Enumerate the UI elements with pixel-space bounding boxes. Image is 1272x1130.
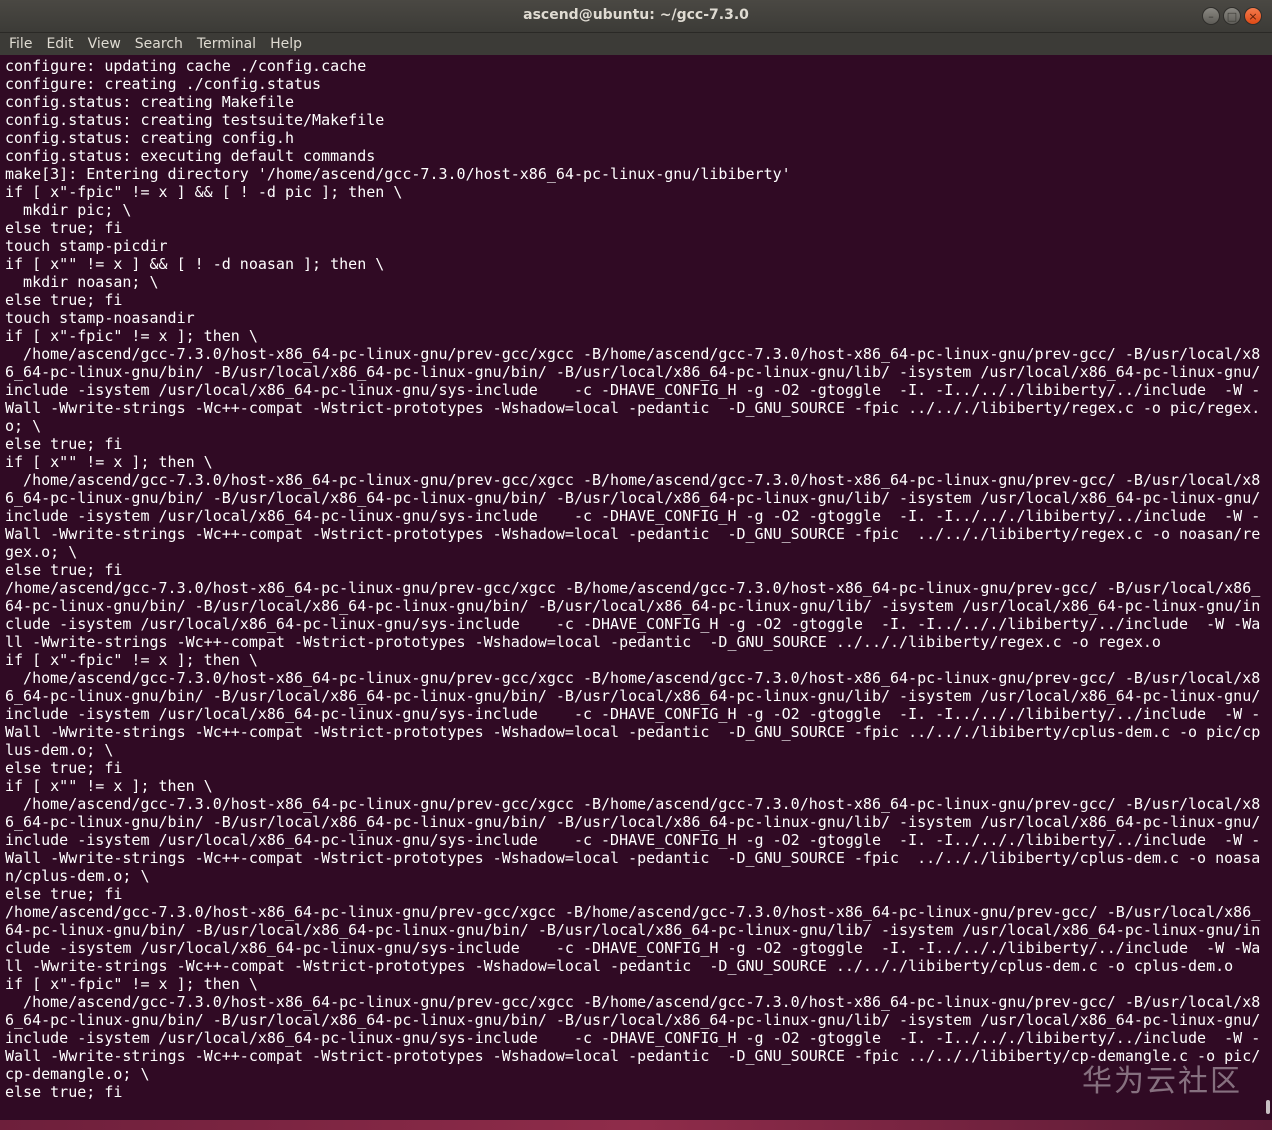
menu-edit[interactable]: Edit bbox=[37, 36, 78, 52]
watermark-text: 华为云社区 bbox=[1082, 1064, 1242, 1099]
maximize-button[interactable]: □ bbox=[1223, 7, 1241, 25]
terminal-output-area[interactable]: configure: updating cache ./config.cache… bbox=[0, 55, 1262, 1120]
window-title: ascend@ubuntu: ~/gcc-7.3.0 bbox=[523, 7, 749, 23]
menu-view[interactable]: View bbox=[79, 36, 126, 52]
terminal-scrollbar[interactable] bbox=[1262, 55, 1272, 1120]
menu-bar: File Edit View Search Terminal Help bbox=[0, 33, 1272, 55]
close-button[interactable]: × bbox=[1244, 7, 1262, 25]
menu-search[interactable]: Search bbox=[126, 36, 188, 52]
menu-help[interactable]: Help bbox=[261, 36, 307, 52]
window-controls: – □ × bbox=[1202, 7, 1262, 25]
terminal-window: ascend@ubuntu: ~/gcc-7.3.0 – □ × File Ed… bbox=[0, 0, 1272, 1130]
desktop-background-strip bbox=[0, 1120, 1272, 1130]
menu-terminal[interactable]: Terminal bbox=[188, 36, 261, 52]
menu-file[interactable]: File bbox=[0, 36, 37, 52]
terminal-output-text: configure: updating cache ./config.cache… bbox=[5, 57, 1261, 1101]
scrollbar-thumb[interactable] bbox=[1266, 1100, 1270, 1114]
title-bar[interactable]: ascend@ubuntu: ~/gcc-7.3.0 – □ × bbox=[0, 0, 1272, 33]
minimize-button[interactable]: – bbox=[1202, 7, 1220, 25]
